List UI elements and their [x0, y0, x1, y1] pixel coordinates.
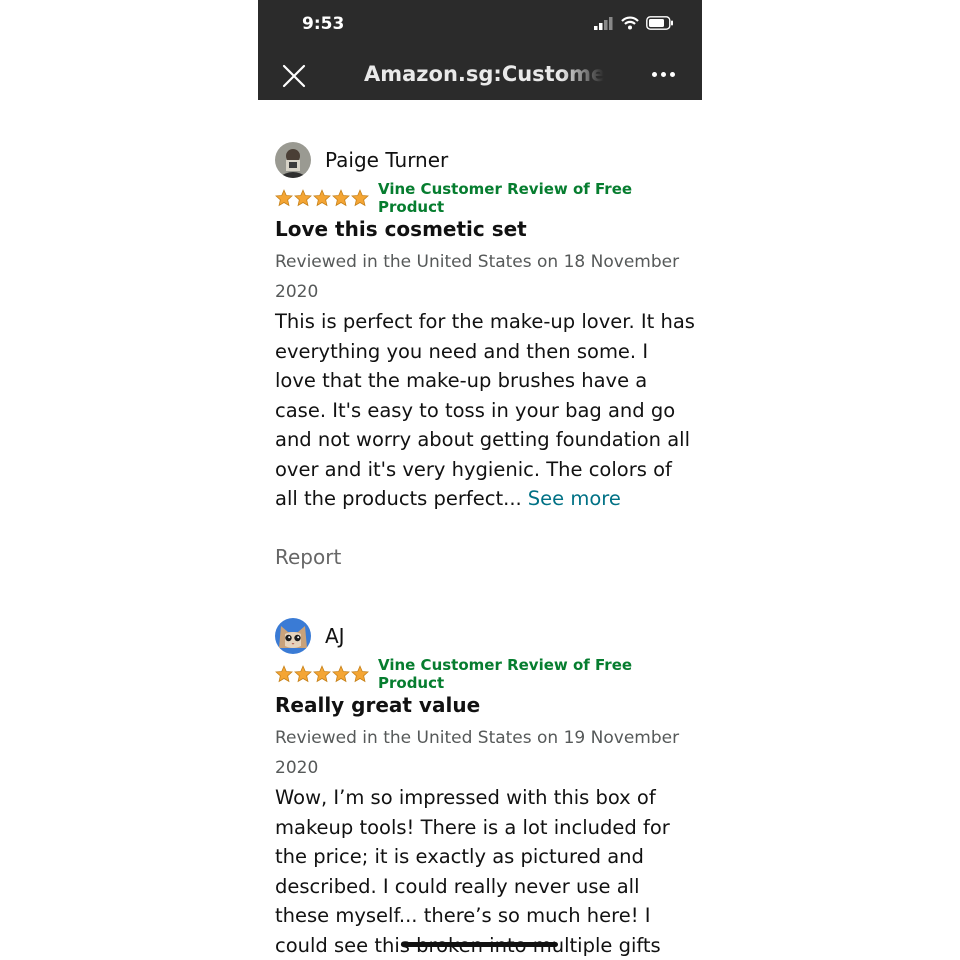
review-title: Love this cosmetic set	[275, 217, 527, 241]
review-card: AJ Vine Customer Review of Free Product …	[275, 617, 695, 960]
reviewer-row: Paige Turner	[275, 141, 695, 179]
star-icon	[332, 189, 350, 207]
close-icon[interactable]	[280, 62, 308, 90]
cat-avatar-icon	[275, 618, 311, 654]
review-date: Reviewed in the United States on 19 Nove…	[275, 728, 680, 778]
reviewer-photo-icon	[275, 142, 311, 178]
star-icon	[294, 665, 312, 683]
vine-badge: Vine Customer Review of Free Product	[378, 180, 633, 216]
dot-icon	[652, 71, 657, 77]
review-card: Paige Turner Vine Customer Review of Fre…	[275, 141, 695, 514]
star-icon	[313, 189, 331, 207]
star-icon	[351, 665, 369, 683]
review-body: Wow, I’m so impressed with this box of m…	[275, 786, 670, 957]
rating-row: Vine Customer Review of Free Product	[275, 656, 695, 692]
vine-badge: Vine Customer Review of Free Product	[378, 656, 633, 692]
cellular-signal-icon	[594, 17, 613, 30]
wifi-icon	[621, 16, 639, 30]
review-text: This is perfect for the make-up lover. I…	[275, 310, 695, 510]
avatar[interactable]	[275, 618, 311, 654]
reviewer-row: AJ	[275, 617, 695, 655]
status-bar: 9:53	[258, 0, 702, 50]
phone-screen: 9:53 Amazon.sg:Customer Review	[258, 0, 702, 960]
star-rating	[275, 189, 369, 207]
battery-icon	[646, 16, 673, 30]
reviewer-name[interactable]: Paige Turner	[325, 148, 448, 172]
rating-row: Vine Customer Review of Free Product	[275, 180, 695, 216]
star-icon	[275, 665, 293, 683]
see-more-link[interactable]: See more	[528, 487, 621, 510]
avatar[interactable]	[275, 142, 311, 178]
home-indicator[interactable]	[402, 942, 558, 947]
dot-icon	[661, 71, 666, 77]
report-link[interactable]: Report	[275, 545, 341, 569]
star-icon	[313, 665, 331, 683]
review-date: Reviewed in the United States on 18 Nove…	[275, 252, 680, 302]
review-body: This is perfect for the make-up lover. I…	[275, 307, 695, 514]
status-time: 9:53	[302, 14, 345, 34]
star-icon	[351, 189, 369, 207]
dot-icon	[670, 71, 675, 77]
status-icons	[594, 16, 674, 30]
more-options-button[interactable]	[652, 64, 680, 84]
page-title: Amazon.sg:Customer Reviews	[364, 62, 604, 86]
browser-navbar: Amazon.sg:Customer Reviews	[258, 50, 702, 100]
review-title: Really great value	[275, 693, 481, 717]
star-icon	[332, 665, 350, 683]
star-icon	[275, 189, 293, 207]
reviewer-name[interactable]: AJ	[325, 624, 345, 648]
star-rating	[275, 665, 369, 683]
star-icon	[294, 189, 312, 207]
